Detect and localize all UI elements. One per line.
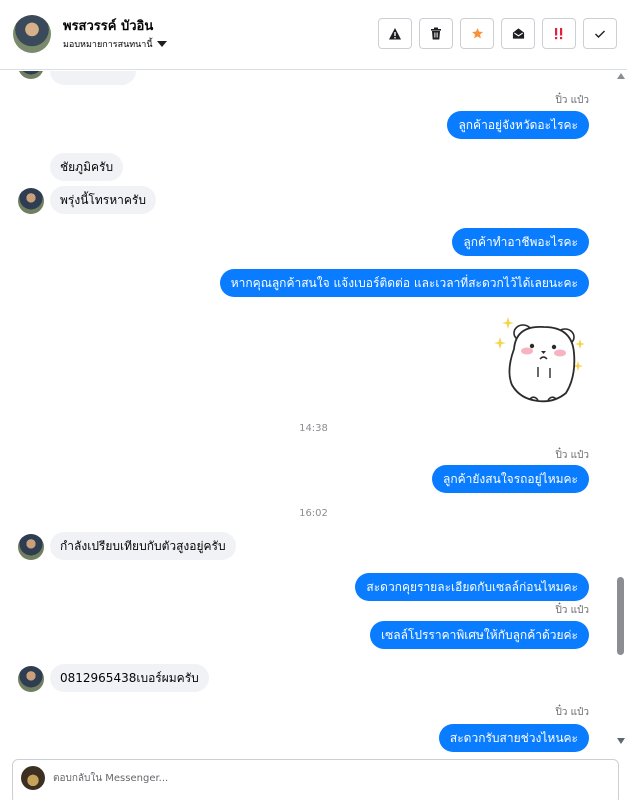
message-bubble-outgoing[interactable]: สะดวกรับสายช่วงไหนคะ: [438, 724, 589, 752]
mark-done-button[interactable]: [583, 18, 617, 49]
scroll-down-arrow-icon[interactable]: [617, 738, 625, 744]
message-bubble-outgoing[interactable]: หากคุณลูกค้าสนใจ แจ้งเบอร์ติดต่อ และเวลา…: [219, 269, 589, 297]
message-bubble-outgoing[interactable]: ลูกค้ายังสนใจรถอยู่ไหมคะ: [432, 465, 589, 493]
caret-down-icon: [156, 41, 167, 47]
message-bubble-incoming[interactable]: กำลังเปรียบเทียบกับตัวสูงอยู่ครับ: [50, 532, 236, 560]
message-sender-label: ปิ๋ว แป๋ว: [555, 450, 589, 461]
reply-input[interactable]: [53, 770, 593, 786]
check-icon: [595, 30, 605, 38]
conversation-header: พรสวรรค์ บัวอิน มอบหมายการสนทนานี้: [0, 0, 627, 70]
contact-avatar[interactable]: [13, 15, 51, 53]
spam-button[interactable]: [378, 18, 412, 49]
sender-avatar: [18, 534, 44, 560]
message-bubble-incoming[interactable]: ชัยภูมิครับ: [50, 153, 124, 181]
trash-icon: [431, 27, 441, 40]
action-toolbar: [378, 18, 617, 49]
sender-avatar: [18, 666, 44, 692]
delete-button[interactable]: [419, 18, 453, 49]
message-bubble-outgoing[interactable]: ลูกค้าทำอาชีพอะไรคะ: [452, 228, 589, 256]
message-bubble-outgoing[interactable]: เซลล์โปรราคาพิเศษให้กับลูกค้าด้วยค่ะ: [369, 621, 589, 649]
sender-avatar: [18, 71, 44, 79]
warning-icon: [389, 27, 401, 39]
message-sender-label: ปิ๋ว แป๋ว: [555, 605, 589, 616]
mark-unread-button[interactable]: [501, 18, 535, 49]
exclamation-icon: [555, 28, 563, 40]
assign-conversation-dropdown[interactable]: มอบหมายการสนทนานี้: [63, 37, 167, 51]
scroll-up-arrow-icon[interactable]: [617, 73, 625, 79]
reply-composer: [12, 759, 619, 800]
sender-avatar: [18, 188, 44, 214]
message-bubble-incoming[interactable]: 0812965438เบอร์ผมครับ: [50, 664, 209, 692]
star-button[interactable]: [460, 18, 494, 49]
message-sender-label: ปิ๋ว แป๋ว: [555, 95, 589, 106]
star-icon: [471, 28, 483, 39]
message-bubble-incoming[interactable]: [50, 71, 136, 85]
assign-label: มอบหมายการสนทนานี้: [63, 40, 153, 50]
timestamp-divider: 16:02: [299, 508, 328, 519]
message-bubble-incoming[interactable]: พรุ่งนี้โทรหาครับ: [50, 186, 156, 214]
message-bubble-outgoing[interactable]: สะดวกคุยรายละเอียดกับเซลล์ก่อนไหมคะ: [355, 573, 589, 601]
page-avatar: [21, 766, 45, 790]
contact-name[interactable]: พรสวรรค์ บัวอิน: [63, 15, 153, 36]
message-sender-label: ปิ๋ว แป๋ว: [555, 707, 589, 718]
envelope-open-icon: [512, 28, 524, 39]
thread-scrollbar[interactable]: [615, 71, 627, 756]
scrollbar-thumb[interactable]: [617, 577, 624, 655]
follow-up-button[interactable]: [542, 18, 576, 49]
message-bubble-outgoing[interactable]: ลูกค้าอยู่จังหวัดอะไรคะ: [447, 111, 589, 139]
hamster-sticker[interactable]: [494, 315, 588, 405]
message-thread: ปิ๋ว แป๋ว ลูกค้าอยู่จังหวัดอะไรคะ ชัยภูม…: [0, 71, 615, 756]
timestamp-divider: 14:38: [299, 423, 328, 434]
